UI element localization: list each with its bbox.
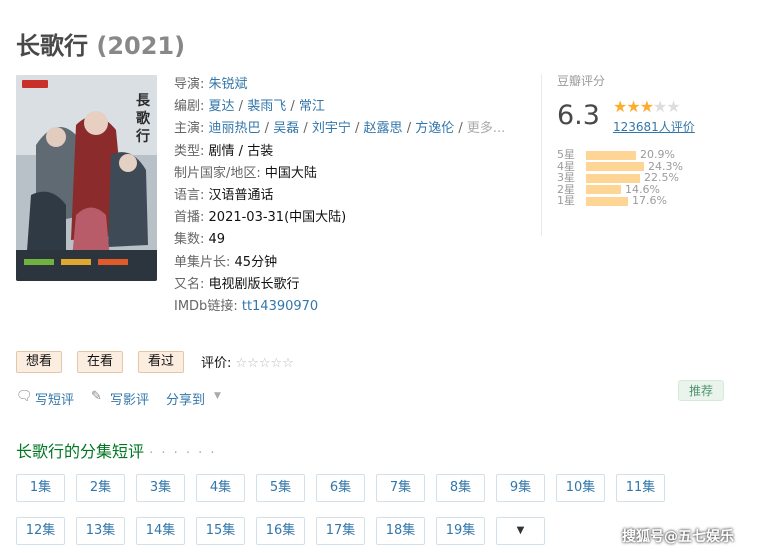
director-link[interactable]: 朱锐斌: [209, 77, 248, 92]
rating-row: 5星 20.9%: [557, 149, 727, 161]
rating-stars: ★★★★★: [613, 97, 681, 116]
episode-button[interactable]: 18集: [376, 517, 425, 545]
rating-percent: 22.5%: [644, 171, 679, 184]
my-rating-stars[interactable]: ☆☆☆☆☆: [236, 356, 294, 371]
votes-link[interactable]: 123681人评价: [613, 118, 695, 135]
episode-section-title: 长歌行的分集短评 · · · · · ·: [16, 442, 217, 461]
rating-row-label: 5星: [557, 148, 575, 161]
cast-link[interactable]: 迪丽热巴: [209, 121, 261, 136]
imdb-link[interactable]: tt14390970: [242, 299, 318, 314]
watching-button[interactable]: 在看: [77, 351, 124, 373]
more-episodes-dropdown-icon[interactable]: ▼: [496, 517, 545, 545]
star-icon: ★: [653, 97, 667, 116]
write-short-review-label[interactable]: 写短评: [35, 389, 74, 408]
episode-button[interactable]: 5集: [256, 474, 305, 502]
rating-row: 4星 24.3%: [557, 160, 727, 173]
episode-button[interactable]: 12集: [16, 517, 65, 545]
rating-percent: 17.6%: [632, 194, 667, 207]
title-name: 长歌行: [16, 32, 88, 60]
pencil-icon: ✎: [91, 389, 102, 404]
writer-link[interactable]: 夏达: [209, 99, 235, 114]
rating-bar: [586, 162, 644, 171]
comment-icon: 🗨︎: [16, 389, 33, 404]
episode-button[interactable]: 3集: [136, 474, 185, 502]
rating-distribution: 5星 20.9% 4星 24.3% 3星 22.5% 2星 14.6% 1星 17.6%: [557, 149, 727, 207]
writer-link[interactable]: 常江: [299, 99, 325, 114]
episode-button[interactable]: 11集: [616, 474, 665, 502]
episode-button[interactable]: 1集: [16, 474, 65, 502]
episode-button[interactable]: 13集: [76, 517, 125, 545]
info-episodes: 集数: 49: [174, 232, 226, 248]
title-year: (2021): [96, 32, 186, 60]
episode-button[interactable]: 9集: [496, 474, 545, 502]
info-premiere: 首播: 2021-03-31(中国大陆): [174, 210, 347, 226]
episode-button[interactable]: 19集: [436, 517, 485, 545]
page-title: 长歌行 (2021): [16, 26, 185, 61]
write-short-review-link[interactable]: 🗨︎: [16, 389, 33, 404]
rating-percent: 20.9%: [640, 148, 675, 161]
info-writers: 编剧: 夏达 / 裴雨飞 / 常江: [174, 99, 325, 115]
episode-button[interactable]: 10集: [556, 474, 605, 502]
cast-link[interactable]: 赵露思: [364, 121, 403, 136]
episode-button[interactable]: 15集: [196, 517, 245, 545]
episode-button[interactable]: 6集: [316, 474, 365, 502]
info-imdb: IMDb链接: tt14390970: [174, 299, 319, 315]
my-rating: 评价: ☆☆☆☆☆: [201, 352, 294, 371]
star-icon: ★: [639, 97, 654, 116]
poster-illustration: 長 歌 行: [16, 75, 157, 281]
rating-row: 3星 22.5%: [557, 172, 727, 184]
poster-image[interactable]: 長 歌 行: [16, 75, 157, 281]
rating-bar: [586, 150, 636, 160]
want-to-watch-button[interactable]: 想看: [16, 351, 63, 373]
vertical-divider: [541, 74, 542, 236]
info-aka: 又名: 电视剧版长歌行: [174, 276, 300, 292]
info-cast: 主演: 迪丽热巴 / 吴磊 / 刘宇宁 / 赵露思 / 方逸伦 / 更多...: [174, 121, 506, 137]
share-link[interactable]: 分享到: [166, 389, 205, 408]
cast-link[interactable]: 刘宇宁: [312, 121, 351, 136]
star-icon: ★: [666, 97, 680, 116]
episode-button[interactable]: 8集: [436, 474, 485, 502]
my-rating-label: 评价:: [201, 356, 232, 371]
info-language: 语言: 汉语普通话: [174, 188, 274, 204]
episode-button[interactable]: 17集: [316, 517, 365, 545]
rating-panel: 豆瓣评分 6.3 ★★★★★ 123681人评价 5星 20.9% 4星 24.3% 3…: [557, 72, 747, 206]
share-dropdown-icon[interactable]: ▼: [214, 391, 221, 401]
episode-button[interactable]: 16集: [256, 517, 305, 545]
episode-button[interactable]: 4集: [196, 474, 245, 502]
rating-bar: [586, 173, 640, 183]
watched-button[interactable]: 看过: [138, 351, 185, 373]
info-director: 导演: 朱锐斌: [174, 77, 248, 92]
episode-button[interactable]: 7集: [376, 474, 425, 502]
watermark: 搜狐号@五七娱乐: [622, 529, 734, 545]
recommend-button[interactable]: 推荐: [678, 380, 724, 401]
write-review-link[interactable]: 写影评: [110, 389, 149, 408]
svg-text:行: 行: [135, 128, 150, 145]
svg-text:歌: 歌: [136, 110, 151, 127]
rating-row: 1星 17.6%: [557, 195, 727, 207]
info-genre: 类型: 剧情 / 古装: [174, 143, 274, 159]
cast-more-link[interactable]: 更多...: [467, 121, 505, 136]
rating-row-label: 3星: [557, 171, 575, 184]
info-country: 制片国家/地区: 中国大陆: [174, 165, 317, 181]
rating-label: 豆瓣评分: [557, 74, 606, 88]
episode-button[interactable]: 2集: [76, 474, 125, 502]
info-runtime: 单集片长: 45分钟: [174, 254, 278, 270]
movie-info: 导演: 朱锐斌 编剧: 夏达 / 裴雨飞 / 常江 主演: 迪丽热巴 / 吴磊 …: [174, 74, 524, 318]
episode-button[interactable]: 14集: [136, 517, 185, 545]
star-icon: ★: [626, 97, 640, 116]
cast-link[interactable]: 吴磊: [273, 121, 299, 136]
rating-score: 6.3: [557, 100, 600, 131]
star-icon: ★: [613, 97, 627, 116]
rating-bar: [586, 185, 621, 194]
cast-link[interactable]: 方逸伦: [415, 121, 454, 136]
rating-bar: [586, 196, 628, 206]
writer-link[interactable]: 裴雨飞: [247, 99, 286, 114]
svg-text:長: 長: [136, 93, 151, 109]
rating-row-label: 1星: [557, 194, 575, 207]
